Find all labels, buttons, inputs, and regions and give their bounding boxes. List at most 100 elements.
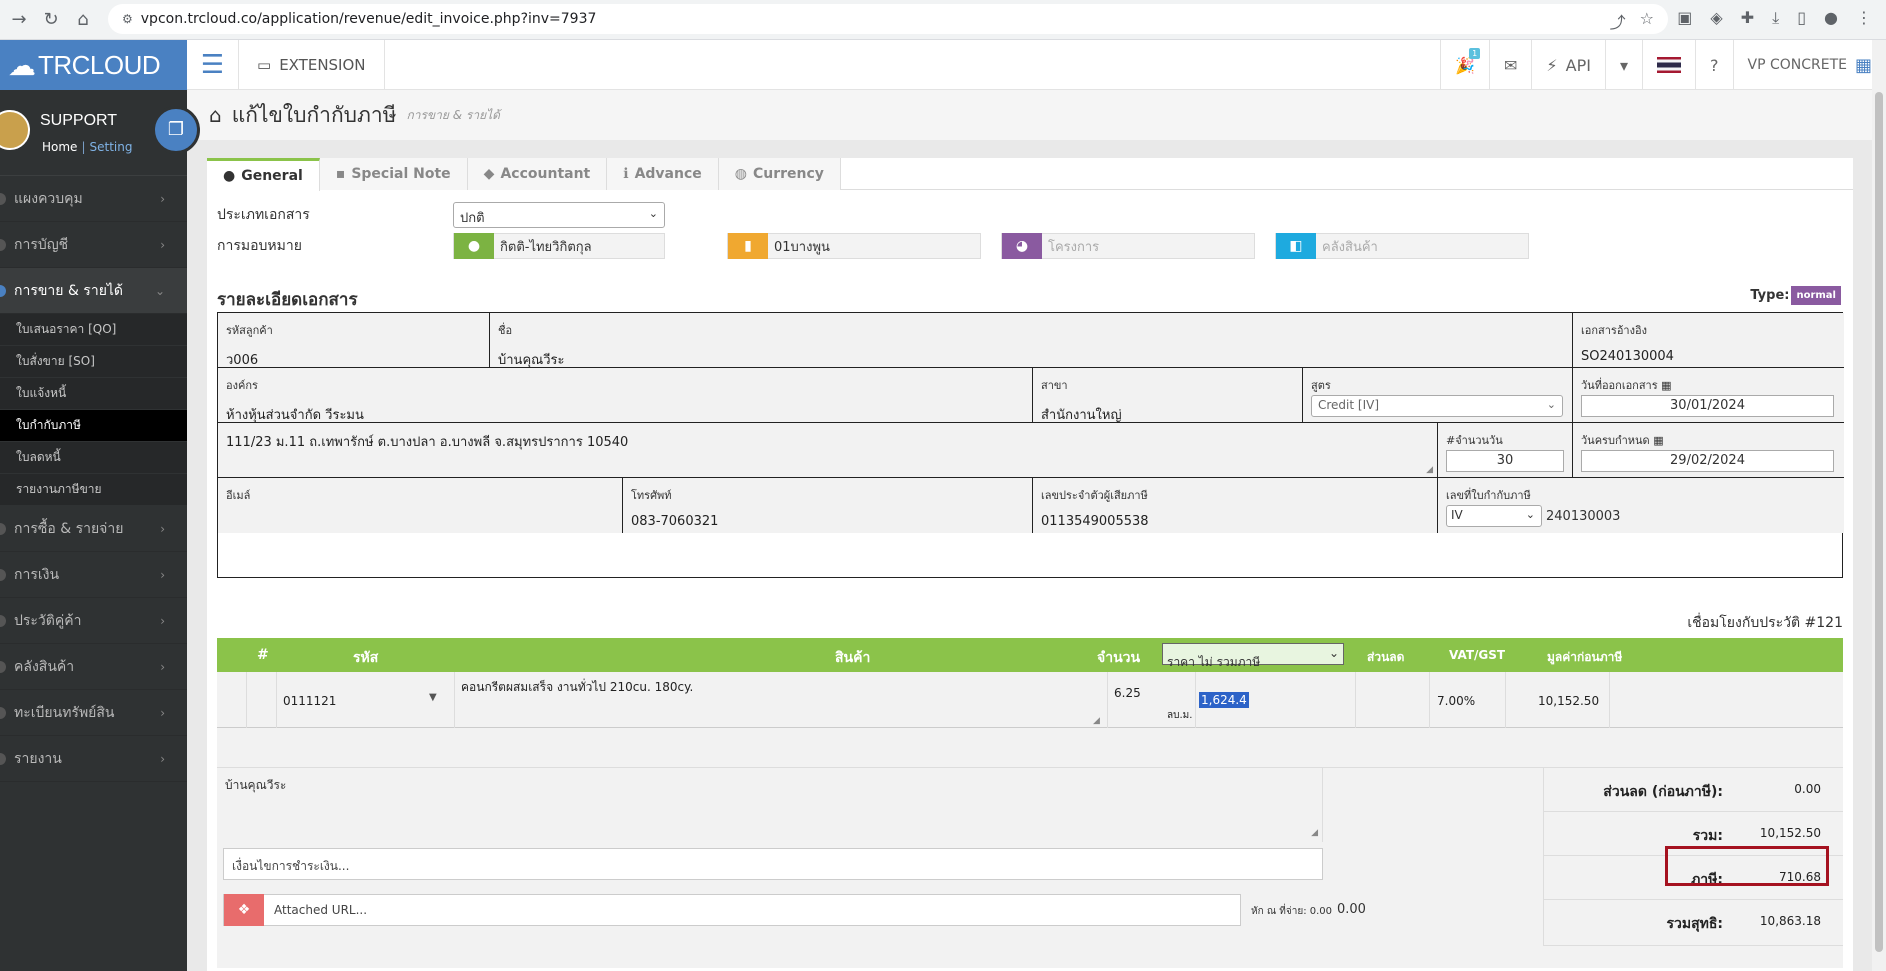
formula-select[interactable]: Credit [IV] ⌄	[1311, 395, 1563, 417]
submenu-sales-tax-report[interactable]: รายงานภาษีขาย	[0, 474, 187, 506]
submenu-credit-note[interactable]: ใบลดหนี้	[0, 442, 187, 474]
ref-value[interactable]: SO240130004	[1581, 349, 1836, 364]
help-button[interactable]: ?	[1695, 40, 1733, 90]
item-desc[interactable]: คอนกรีตผสมเสร็จ งานทั่วไป 210cu. 180cy.	[461, 678, 693, 697]
submenu-quotation[interactable]: ใบเสนอราคา [QO]	[0, 314, 187, 346]
page-scrollbar[interactable]	[1872, 40, 1886, 971]
shield-icon[interactable]: ◈	[1710, 8, 1722, 28]
extension-label: EXTENSION	[279, 55, 366, 74]
home-link[interactable]: Home	[42, 140, 77, 154]
sidebar-item-assets[interactable]: ทะเบียนทรัพย์สิน ›	[0, 690, 187, 736]
sidebar-item-finance[interactable]: การเงิน ›	[0, 552, 187, 598]
item-qty[interactable]: 6.25	[1114, 686, 1141, 700]
dropbox-icon[interactable]: ❖	[224, 894, 264, 926]
tab-general[interactable]: ● General	[207, 158, 320, 191]
phone-value[interactable]: 083-7060321	[631, 514, 1024, 529]
invno-value[interactable]: 240130003	[1546, 509, 1620, 524]
address-bar[interactable]: ⚙ vpcon.trcloud.co/application/revenue/e…	[108, 4, 1668, 34]
sidebar-item-sales[interactable]: การขาย & รายได้ ⌄	[0, 268, 187, 314]
notification-button[interactable]: 🎉 1	[1440, 40, 1489, 90]
org-value[interactable]: ห้างหุ้นส่วนจำกัด วีระมน	[226, 404, 1024, 425]
logo[interactable]: ☁ TRCLOUD	[0, 40, 187, 90]
price-mode-select[interactable]: ราคา ไม่ รวมภาษี ⌄	[1162, 643, 1344, 669]
submenu-tax-invoice[interactable]: ใบกำกับภาษี	[0, 410, 187, 442]
row-handle[interactable]	[217, 672, 247, 728]
branch-value[interactable]: สำนักงานใหญ่	[1041, 404, 1294, 425]
resize-handle-icon[interactable]: ◢	[1311, 828, 1318, 838]
tab-currency[interactable]: ◍ Currency	[718, 158, 841, 190]
share-icon[interactable]: ⤴	[1610, 9, 1626, 33]
avatar[interactable]	[0, 110, 30, 150]
withholding-tax-value[interactable]: 0.00	[1337, 902, 1366, 917]
cust-name-value[interactable]: บ้านคุณวีระ	[498, 349, 1564, 370]
scrollbar-thumb[interactable]	[1875, 92, 1883, 952]
attached-url-field[interactable]: ❖ Attached URL...	[223, 894, 1241, 926]
history-link[interactable]: เชื่อมโยงกับประวัติ #121	[1687, 612, 1843, 634]
field-label: อีเมล์	[226, 489, 251, 502]
caret-down-icon[interactable]: ▼	[429, 692, 437, 703]
type-label: Type:	[1750, 288, 1790, 303]
tab-advance[interactable]: ℹ Advance	[607, 158, 719, 190]
resize-handle-icon[interactable]: ◢	[1093, 716, 1100, 726]
resize-handle-icon[interactable]: ◢	[1426, 465, 1433, 475]
assign-person[interactable]: ● กิตติ-ไทยวิกิตกุล	[453, 233, 665, 259]
note-textarea[interactable]: บ้านคุณวีระ ◢	[217, 768, 1323, 842]
profile-icon[interactable]: ●	[1824, 8, 1838, 28]
item-code[interactable]: 0111121	[283, 694, 336, 708]
assign-project[interactable]: ◕ โครงการ	[1001, 233, 1255, 259]
assign-branch[interactable]: ▮ 01บางพูน	[727, 233, 981, 259]
mail-button[interactable]: ✉	[1489, 40, 1531, 90]
site-info-icon[interactable]: ⚙	[122, 12, 133, 26]
payment-terms-input[interactable]: เงื่อนไขการชำระเงิน...	[223, 848, 1323, 880]
calendar-icon: ▦	[1653, 434, 1664, 447]
address-textarea[interactable]: 111/23 ม.11 ถ.เทพารักษ์ ต.บางปลา อ.บางพล…	[226, 431, 1429, 452]
assign-warehouse[interactable]: ◧ คลังสินค้า	[1275, 233, 1529, 259]
sidebar-item-inventory[interactable]: คลังสินค้า ›	[0, 644, 187, 690]
home-icon[interactable]: ⌂	[209, 103, 222, 127]
doc-type-select[interactable]: ปกติ ⌄	[453, 202, 665, 228]
submenu-sales-order[interactable]: ใบสั่งขาย [SO]	[0, 346, 187, 378]
tab-accountant[interactable]: ◆ Accountant	[467, 158, 608, 190]
sidebar-item-partners[interactable]: ประวัติคู่ค้า ›	[0, 598, 187, 644]
item-vat[interactable]: 7.00%	[1437, 694, 1475, 708]
sidebar-item-purchases[interactable]: การซื้อ & รายจ่าย ›	[0, 506, 187, 552]
taxid-value[interactable]: 0113549005538	[1041, 514, 1429, 529]
book-icon[interactable]: ❐	[152, 106, 200, 154]
sidebar-item-reports[interactable]: รายงาน ›	[0, 736, 187, 782]
chevron-right-icon: ›	[160, 751, 165, 766]
api-button[interactable]: ⚡ API	[1531, 40, 1605, 90]
sidebar-item-label: รายงาน	[14, 750, 62, 767]
cust-code-value[interactable]: ว006	[226, 349, 481, 370]
sidepanel-icon[interactable]: ▯	[1797, 8, 1806, 28]
dropdown-button[interactable]: ▾	[1604, 40, 1642, 90]
sidebar-item-dashboard[interactable]: แผงควบคุม ›	[0, 176, 187, 222]
extension-icon[interactable]: ▣	[1677, 8, 1692, 28]
discount-cell[interactable]	[1356, 672, 1430, 728]
reload-icon[interactable]: ↻	[38, 9, 64, 30]
plug-icon: ⚡	[1546, 55, 1558, 75]
days-input[interactable]: 30	[1446, 450, 1564, 472]
home-icon[interactable]: ⌂	[70, 9, 96, 30]
doc-type-indicator: Type: normal	[1750, 286, 1841, 305]
company-button[interactable]: VP CONCRETE ▦	[1732, 40, 1886, 90]
setting-link[interactable]: Setting	[89, 140, 132, 154]
forward-icon[interactable]: →	[6, 9, 32, 30]
sidebar-item-accounting[interactable]: การบัญชี ›	[0, 222, 187, 268]
puzzle-icon[interactable]: ✚	[1741, 8, 1754, 28]
attached-url-placeholder[interactable]: Attached URL...	[264, 903, 367, 917]
row-num-cell	[247, 672, 277, 728]
inv-prefix-select[interactable]: IV ⌄	[1446, 505, 1542, 527]
sidebar-item-label: แผงควบคุม	[14, 190, 83, 207]
bookmark-star-icon[interactable]: ☆	[1640, 9, 1654, 33]
download-icon[interactable]: ⤓	[1772, 8, 1779, 28]
issue-date-input[interactable]: 30/01/2024	[1581, 395, 1834, 417]
hamburger-icon[interactable]: ☰	[187, 39, 239, 90]
due-date-input[interactable]: 29/02/2024	[1581, 450, 1834, 472]
language-button[interactable]	[1642, 40, 1695, 90]
item-price[interactable]: 1,624.4	[1199, 692, 1249, 708]
address-cell: 111/23 ม.11 ถ.เทพารักษ์ ต.บางปลา อ.บางพล…	[218, 423, 1438, 478]
tab-special-note[interactable]: ▪ Special Note	[319, 158, 468, 190]
extension-button[interactable]: ▭ EXTENSION	[239, 39, 385, 90]
menu-dots-icon[interactable]: ⋮	[1856, 8, 1872, 28]
submenu-billing[interactable]: ใบแจ้งหนี้	[0, 378, 187, 410]
